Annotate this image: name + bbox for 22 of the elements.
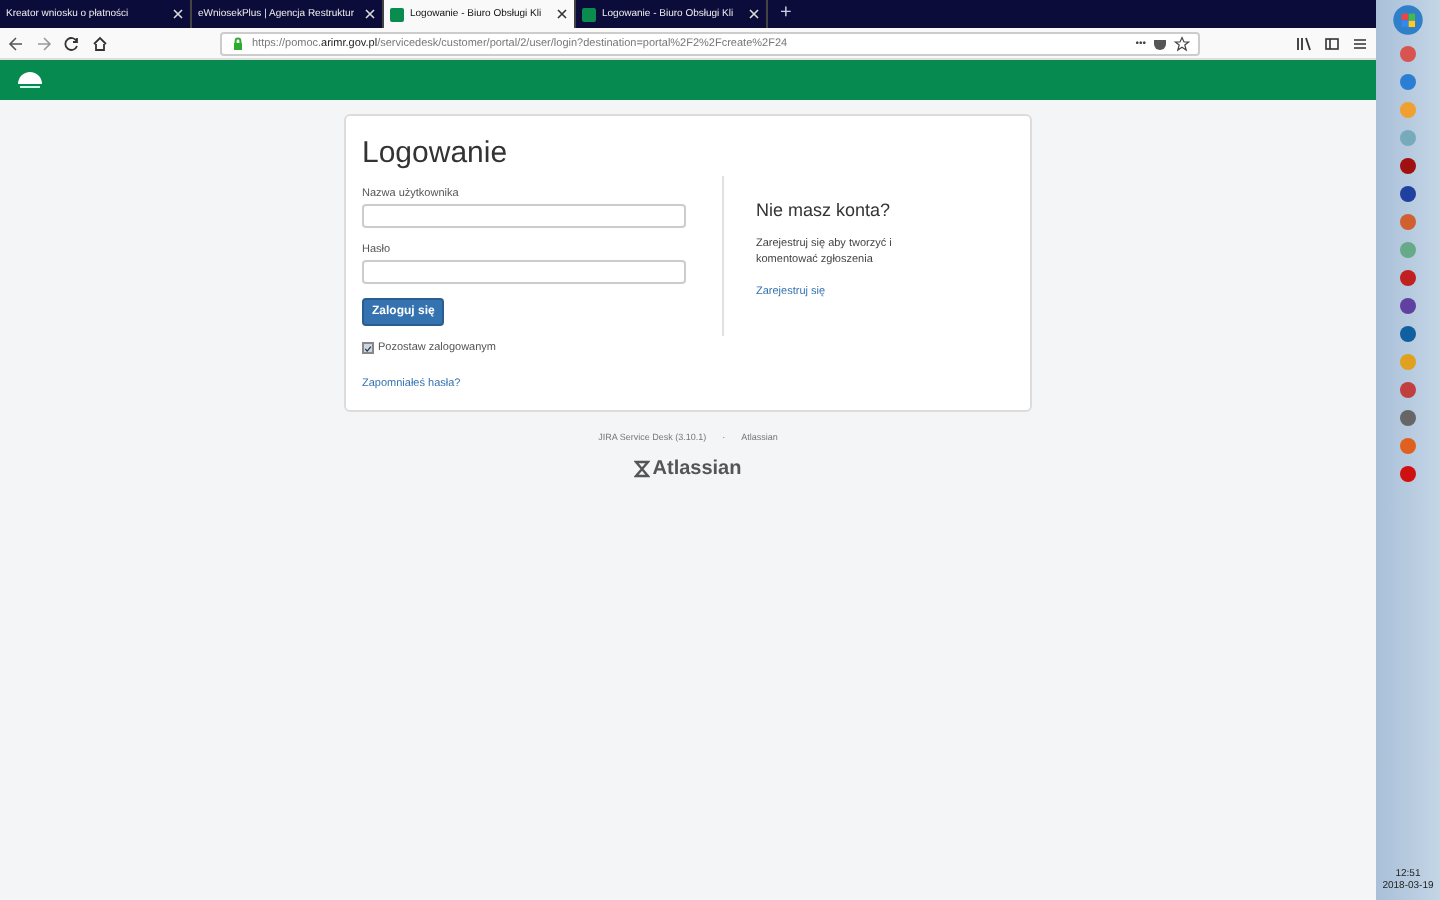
signup-heading: Nie masz konta? — [756, 200, 891, 220]
lock-icon — [230, 35, 246, 51]
menu-icon[interactable] — [1352, 35, 1368, 51]
logo-icon — [634, 460, 651, 478]
forward-icon[interactable] — [36, 35, 52, 51]
password-field[interactable] — [362, 260, 686, 284]
back-icon[interactable] — [8, 35, 24, 51]
new-tab-button[interactable]: + — [768, 0, 804, 28]
home-icon[interactable] — [92, 35, 108, 51]
page-title: Logowanie — [362, 136, 508, 170]
favicon-icon — [390, 7, 404, 21]
library-icon[interactable] — [1296, 35, 1312, 51]
atlassian-wordmark: Atlassian — [652, 458, 742, 480]
start-button-icon[interactable] — [1392, 4, 1424, 36]
close-icon[interactable] — [556, 8, 568, 20]
reload-icon[interactable] — [64, 35, 80, 51]
sidebar-icon[interactable] — [1324, 35, 1340, 51]
logo-icon[interactable] — [16, 70, 44, 90]
favicon-icon — [582, 7, 596, 21]
username-field[interactable] — [362, 204, 686, 228]
star-icon[interactable] — [1174, 35, 1190, 51]
checkbox[interactable] — [362, 342, 374, 354]
